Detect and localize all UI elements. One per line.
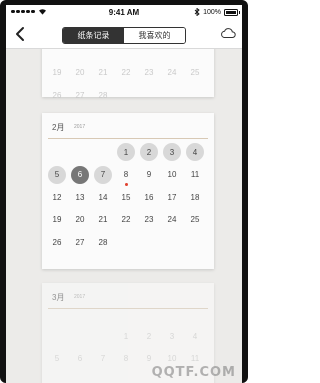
day-cell-11[interactable]: 11 [186, 166, 204, 184]
month-card-previous: 19 20 21 22 23 24 25 26 27 28 [42, 43, 214, 100]
status-bar: 9:41 AM 100% [6, 5, 242, 19]
day-cell-12[interactable]: 12 [48, 188, 66, 206]
day-cell-16[interactable]: 16 [140, 188, 158, 206]
month-header: 3月 2017 [48, 283, 208, 309]
day-cell-1[interactable]: 1 [117, 327, 135, 345]
day-cell-21[interactable]: 21 [94, 64, 112, 82]
day-cell-5[interactable]: 5 [48, 165, 66, 184]
day-cell-3[interactable]: 3 [163, 143, 181, 161]
phone-frame: 19 20 21 22 23 24 25 26 27 28 2月 2017 1 2 3 4 5 6 7 8 9 10… [0, 0, 248, 383]
day-cell-2[interactable]: 2 [140, 143, 158, 161]
day-cell-8[interactable]: 8 [117, 166, 135, 184]
day-cell-28[interactable]: 28 [94, 86, 112, 104]
day-cell-26[interactable]: 26 [48, 233, 66, 251]
day-cell-22[interactable]: 22 [117, 211, 135, 229]
day-cell-17[interactable]: 17 [163, 188, 181, 206]
day-cell-24[interactable]: 24 [163, 64, 181, 82]
day-cell-15[interactable]: 15 [117, 188, 135, 206]
bluetooth-icon [194, 8, 200, 16]
day-cell-24[interactable]: 24 [163, 211, 181, 229]
day-cell-3[interactable]: 3 [163, 327, 181, 345]
day-cell-20[interactable]: 20 [71, 64, 89, 82]
month-card-february: 2月 2017 1 2 3 4 5 6 7 8 9 10 11 12 13 14 15 16 17 18 19 20 2… [42, 113, 214, 269]
nav-bar: 纸条记录 我喜欢的 [6, 19, 242, 49]
day-cell-4[interactable]: 4 [186, 143, 204, 161]
day-cell-10[interactable]: 10 [163, 166, 181, 184]
day-cell-28[interactable]: 28 [94, 233, 112, 251]
day-cell-23[interactable]: 23 [140, 211, 158, 229]
month-title: 2月 [52, 123, 65, 132]
day-cell-21[interactable]: 21 [94, 211, 112, 229]
day-cell-4[interactable]: 4 [186, 327, 204, 345]
day-cell-9[interactable]: 9 [140, 166, 158, 184]
day-cell-25[interactable]: 25 [186, 64, 204, 82]
day-cell-22[interactable]: 22 [117, 64, 135, 82]
day-cell-8[interactable]: 8 [117, 350, 135, 368]
day-cell-2[interactable]: 2 [140, 327, 158, 345]
cloud-icon [221, 28, 236, 38]
tab-favorites[interactable]: 我喜欢的 [124, 28, 185, 43]
day-cell-7[interactable]: 7 [94, 165, 112, 184]
chevron-left-icon [16, 27, 24, 41]
day-cell-19[interactable]: 19 [48, 211, 66, 229]
day-cell-7[interactable]: 7 [94, 350, 112, 368]
cloud-button[interactable] [220, 27, 236, 39]
month-header: 2月 2017 [48, 113, 208, 139]
day-cell-23[interactable]: 23 [140, 64, 158, 82]
battery-icon [224, 8, 240, 16]
day-cell-13[interactable]: 13 [71, 188, 89, 206]
month-year: 2017 [74, 294, 86, 300]
day-cell-26[interactable]: 26 [48, 86, 66, 104]
day-cell-19[interactable]: 19 [48, 64, 66, 82]
day-cell-18[interactable]: 18 [186, 188, 204, 206]
day-cell-27[interactable]: 27 [71, 86, 89, 104]
battery-area: 100% [194, 8, 240, 16]
segmented-control: 纸条记录 我喜欢的 [62, 27, 186, 44]
day-cell-1[interactable]: 1 [117, 143, 135, 161]
day-cell-14[interactable]: 14 [94, 188, 112, 206]
battery-percent: 100% [203, 8, 221, 16]
day-cell-6[interactable]: 6 [71, 350, 89, 368]
day-cell-5[interactable]: 5 [48, 350, 66, 368]
back-button[interactable] [12, 25, 28, 43]
day-cell-25[interactable]: 25 [186, 211, 204, 229]
day-cell-27[interactable]: 27 [71, 233, 89, 251]
watermark: QQTF.COM [151, 365, 236, 380]
tab-note-records[interactable]: 纸条记录 [63, 28, 124, 43]
day-cell-6[interactable]: 6 [71, 165, 89, 184]
day-cell-20[interactable]: 20 [71, 211, 89, 229]
month-year: 2017 [74, 124, 86, 130]
month-title: 3月 [52, 293, 65, 302]
event-marker-dot [124, 182, 128, 186]
screen: 19 20 21 22 23 24 25 26 27 28 2月 2017 1 2 3 4 5 6 7 8 9 10… [6, 5, 242, 383]
